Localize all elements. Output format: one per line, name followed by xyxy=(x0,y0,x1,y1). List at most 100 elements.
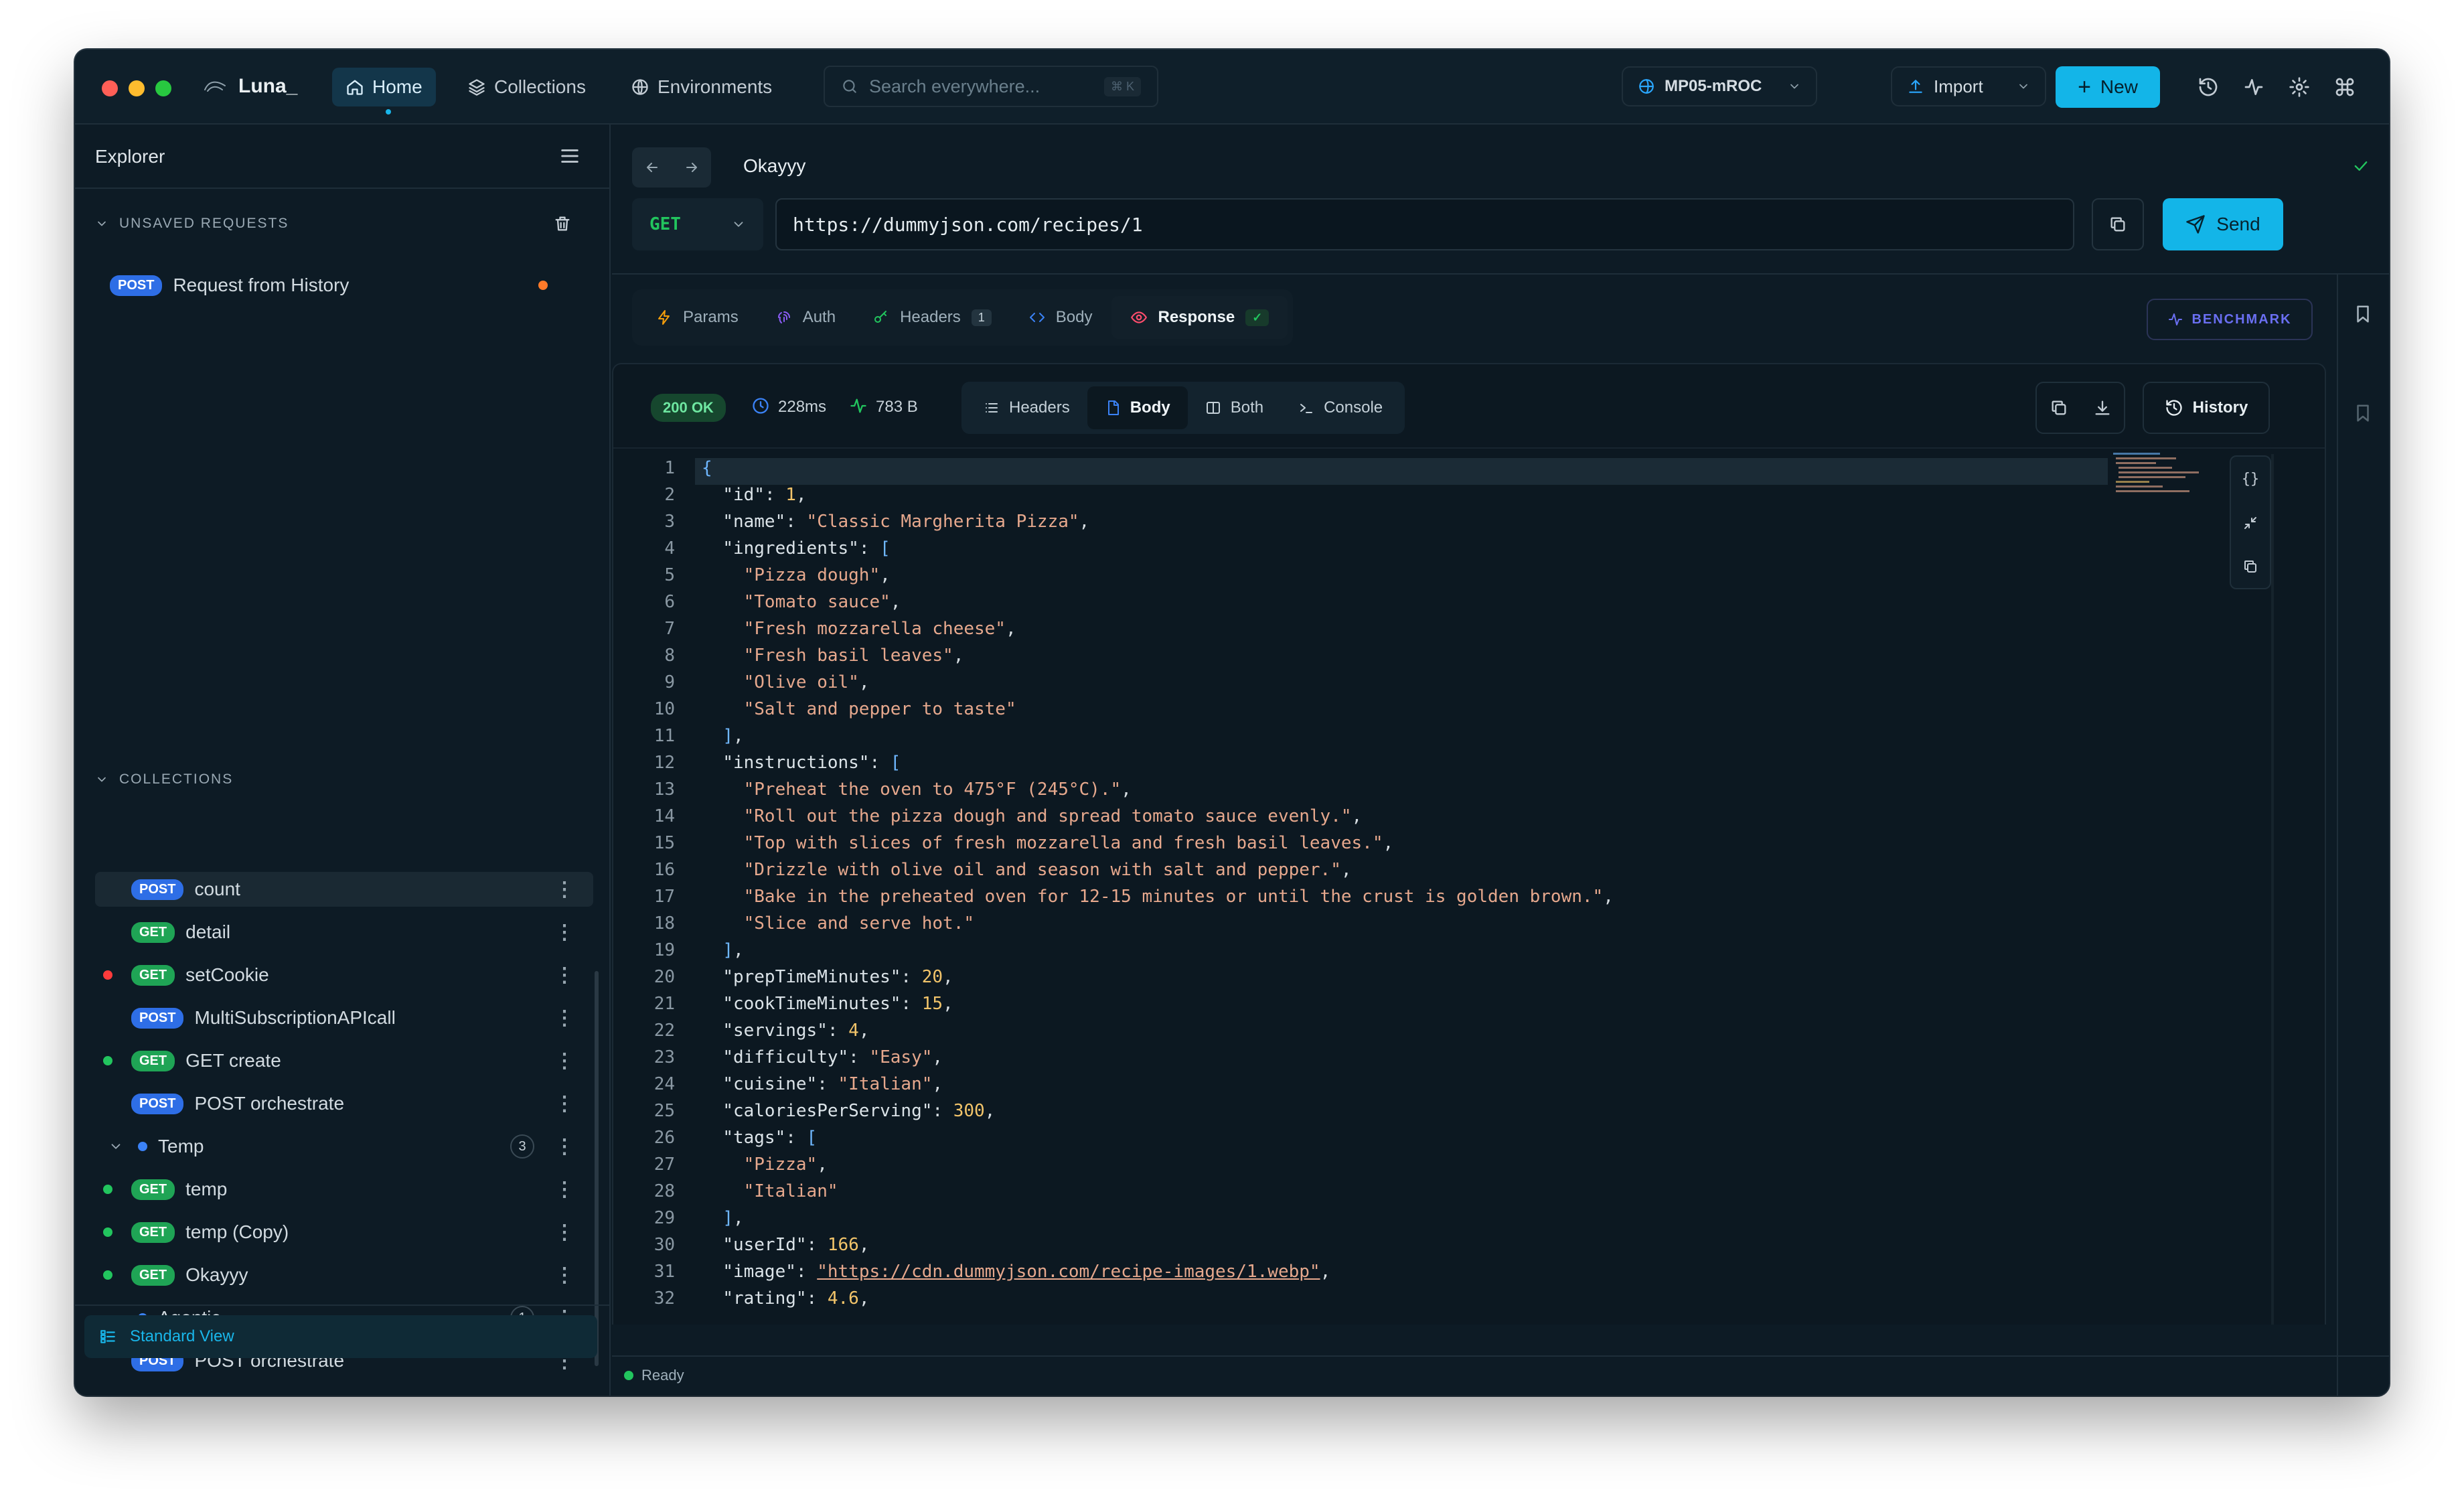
nav-environments[interactable]: Environments xyxy=(617,68,785,106)
code-line: "Bake in the preheated oven for 12-15 mi… xyxy=(743,887,1614,907)
more-icon[interactable]: ⋮ xyxy=(554,1178,574,1201)
unsaved-request-item[interactable]: POST Request from History xyxy=(95,268,593,303)
code-line: "Fresh mozzarella cheese", xyxy=(743,619,1016,639)
activity-icon[interactable] xyxy=(2243,76,2264,98)
more-icon[interactable]: ⋮ xyxy=(554,964,574,987)
import-button[interactable]: Import xyxy=(1891,66,2046,106)
collection-item[interactable]: POST count ⋮ xyxy=(95,872,593,907)
close-window-button[interactable] xyxy=(102,80,118,96)
tab-headers[interactable]: Headers 1 xyxy=(854,296,1010,339)
send-button[interactable]: Send xyxy=(2163,198,2283,250)
line-number: 7 xyxy=(664,619,675,639)
more-icon[interactable]: ⋮ xyxy=(554,1135,574,1159)
more-icon[interactable]: ⋮ xyxy=(554,1092,574,1116)
collection-item[interactable]: GET setCookie ⋮ xyxy=(95,958,593,992)
line-number: 24 xyxy=(653,1074,675,1094)
response-check: ✓ xyxy=(1245,309,1269,326)
copy-icon[interactable] xyxy=(2050,398,2068,417)
request-label: MultiSubscriptionAPIcall xyxy=(194,1007,396,1028)
method-badge: POST xyxy=(131,879,184,900)
code-line: "cuisine": "Italian", xyxy=(722,1074,943,1094)
more-icon[interactable]: ⋮ xyxy=(554,1264,574,1287)
tab-auth[interactable]: Auth xyxy=(757,296,854,339)
environment-selector[interactable]: MP05-mROC xyxy=(1622,66,1817,106)
braces-icon[interactable]: {} xyxy=(2242,471,2260,488)
line-number: 23 xyxy=(653,1047,675,1067)
url-input[interactable]: https://dummyjson.com/recipes/1 xyxy=(775,198,2074,250)
arrow-left-icon[interactable] xyxy=(644,159,660,175)
collection-item[interactable]: GET temp ⋮ xyxy=(95,1172,593,1207)
more-icon[interactable]: ⋮ xyxy=(554,1221,574,1244)
nav-collections[interactable]: Collections xyxy=(454,68,599,106)
method-select[interactable]: GET xyxy=(632,198,763,250)
trash-icon[interactable] xyxy=(553,214,572,233)
code-line: "Pizza", xyxy=(743,1154,828,1175)
request-name[interactable]: Okayyy xyxy=(743,155,805,177)
menu-icon[interactable] xyxy=(558,145,581,167)
arrow-right-icon[interactable] xyxy=(684,159,700,175)
bookmark-icon[interactable] xyxy=(2353,304,2373,324)
more-icon[interactable]: ⋮ xyxy=(554,921,574,944)
ready-dot xyxy=(624,1371,633,1380)
history-label: History xyxy=(2192,398,2248,417)
status-badge: 200 OK xyxy=(651,394,726,422)
unsaved-requests-header[interactable]: UNSAVED REQUESTS xyxy=(95,216,289,232)
chevron-down-icon xyxy=(95,773,108,786)
sidebar-scrollbar[interactable] xyxy=(595,971,599,1366)
tab-params[interactable]: Params xyxy=(637,296,757,339)
line-number: 10 xyxy=(653,699,675,719)
resp-tab-console[interactable]: Console xyxy=(1281,386,1400,429)
nav-home[interactable]: Home xyxy=(332,68,436,115)
copy-icon[interactable] xyxy=(2242,558,2258,575)
tab-body[interactable]: Body xyxy=(1010,296,1111,339)
send-icon xyxy=(2185,214,2206,234)
search-placeholder: Search everywhere... xyxy=(869,76,1041,96)
minimize-window-button[interactable] xyxy=(129,80,145,96)
collection-item[interactable]: GET temp (Copy) ⋮ xyxy=(95,1215,593,1250)
new-button[interactable]: + New xyxy=(2056,66,2160,108)
code-line: "image": "https://cdn.dummyjson.com/reci… xyxy=(722,1262,1331,1282)
collection-item[interactable]: GET Okayyy ⋮ xyxy=(95,1258,593,1292)
line-number: 29 xyxy=(653,1208,675,1228)
line-number: 14 xyxy=(653,806,675,826)
collection-item[interactable]: POST POST orchestrate ⋮ xyxy=(95,1086,593,1121)
code-line: ], xyxy=(722,726,744,746)
line-number: 13 xyxy=(653,779,675,800)
resp-tab-both[interactable]: Both xyxy=(1188,386,1281,429)
method-value: GET xyxy=(649,214,681,234)
clock-icon xyxy=(751,396,770,415)
bookmark-icon[interactable] xyxy=(2353,403,2373,423)
code-line: "Top with slices of fresh mozzarella and… xyxy=(743,833,1394,853)
more-icon[interactable]: ⋮ xyxy=(554,1049,574,1073)
line-number: 22 xyxy=(653,1021,675,1041)
gear-icon[interactable] xyxy=(2289,76,2310,98)
resp-tab-headers[interactable]: Headers xyxy=(966,386,1087,429)
collections-header[interactable]: COLLECTIONS xyxy=(95,771,233,788)
minimize-icon[interactable] xyxy=(2242,515,2258,531)
more-icon[interactable]: ⋮ xyxy=(554,878,574,901)
app-window: Luna_ Home Collections Environments Sear… xyxy=(75,50,2389,1396)
code-line: "servings": 4, xyxy=(722,1021,870,1041)
maximize-window-button[interactable] xyxy=(155,80,171,96)
collection-item[interactable]: GET GET create ⋮ xyxy=(95,1043,593,1078)
history-button[interactable]: History xyxy=(2143,382,2270,434)
standard-view-button[interactable]: Standard View xyxy=(84,1315,597,1358)
copy-url-button[interactable] xyxy=(2092,198,2144,250)
code-line: "id": 1, xyxy=(722,485,807,505)
resp-tab-body[interactable]: Body xyxy=(1087,386,1188,429)
collection-item[interactable]: GET detail ⋮ xyxy=(95,915,593,950)
home-icon xyxy=(345,78,364,96)
code-line: "Tomato sauce", xyxy=(743,592,901,612)
tab-response[interactable]: Response ✓ xyxy=(1111,296,1288,339)
editor-scrollbar[interactable] xyxy=(2271,454,2274,1325)
download-icon[interactable] xyxy=(2093,398,2112,417)
history-icon[interactable] xyxy=(2198,76,2219,98)
folder-item[interactable]: Temp 3 ⋮ xyxy=(95,1129,593,1164)
code-editor[interactable]: 1 {2 "id": 1, 3 "name": "Classic Margherit… xyxy=(615,450,2117,1321)
collection-item[interactable]: POST MultiSubscriptionAPIcall ⋮ xyxy=(95,1000,593,1035)
more-icon[interactable]: ⋮ xyxy=(554,1006,574,1030)
columns-icon xyxy=(1205,400,1221,416)
command-icon[interactable] xyxy=(2334,76,2356,98)
search-box[interactable]: Search everywhere... ⌘ K xyxy=(824,66,1158,107)
benchmark-button[interactable]: BENCHMARK xyxy=(2147,299,2313,340)
